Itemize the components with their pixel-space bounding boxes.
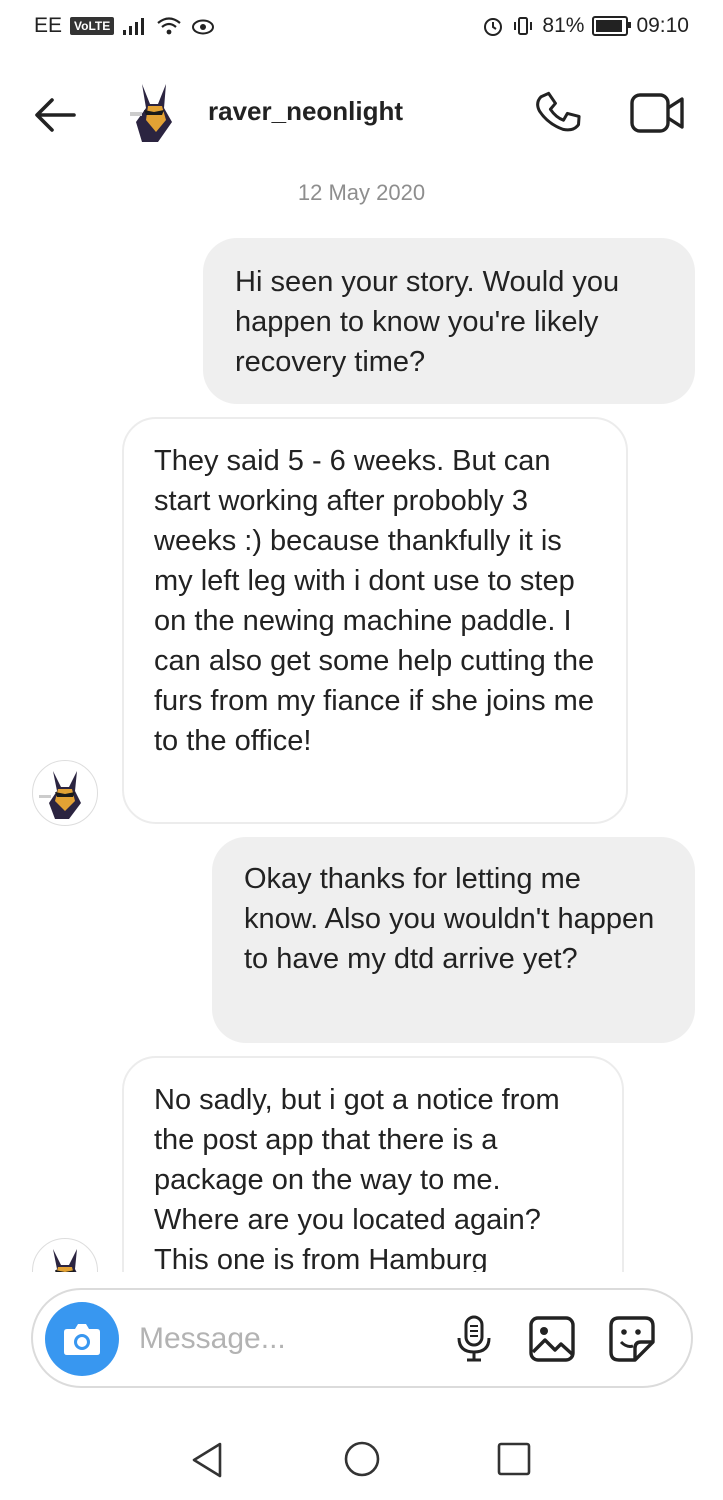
nav-home-icon[interactable] — [342, 1439, 382, 1479]
message-received[interactable]: No sadly, but i got a notice from the po… — [122, 1056, 624, 1272]
message-sent[interactable]: Okay thanks for letting me know. Also yo… — [212, 837, 695, 1043]
message-sent[interactable]: Hi seen your story. Would you happen to … — [203, 238, 695, 404]
nav-back-icon[interactable] — [188, 1440, 228, 1480]
avatar-image — [39, 771, 81, 819]
message-received[interactable]: They said 5 - 6 weeks. But can start wor… — [122, 417, 628, 824]
chat-header: raver_neonlight — [0, 60, 723, 170]
date-separator: 12 May 2020 — [297, 180, 426, 205]
status-right: 81% 09:10 — [482, 14, 689, 38]
avatar-image — [53, 1249, 77, 1272]
status-time: 09:10 — [636, 14, 689, 37]
phone-icon[interactable] — [530, 84, 586, 140]
battery-icon — [592, 16, 632, 36]
battery-level — [596, 20, 623, 32]
carrier-label: EE — [34, 14, 63, 37]
system-nav-bar — [0, 1410, 723, 1500]
battery-percent: 81% — [542, 14, 585, 37]
vibrate-icon — [514, 17, 533, 35]
sender-avatar[interactable] — [32, 760, 98, 826]
sticker-icon[interactable] — [607, 1314, 657, 1364]
message-thread[interactable]: Hi seen your story. Would you happen to … — [0, 220, 723, 1272]
eye-icon — [192, 19, 215, 35]
signal-icon — [123, 18, 145, 35]
nav-recents-icon[interactable] — [496, 1441, 532, 1477]
microphone-icon[interactable] — [449, 1314, 499, 1364]
chat-username[interactable]: raver_neonlight — [208, 96, 403, 127]
camera-icon — [64, 1324, 100, 1355]
camera-button[interactable] — [45, 1302, 119, 1376]
volte-badge: VoLTE — [70, 17, 115, 35]
status-bar: EE VoLTE 81% 09:10 — [0, 0, 723, 56]
message-input[interactable] — [137, 1316, 431, 1362]
header-avatar[interactable] — [128, 82, 180, 144]
video-camera-icon[interactable] — [628, 88, 688, 138]
arrow-left-icon[interactable] — [30, 90, 80, 140]
sender-avatar[interactable] — [32, 1238, 98, 1272]
status-left: EE VoLTE — [34, 14, 216, 38]
message-composer — [31, 1288, 693, 1388]
alarm-icon — [484, 18, 503, 36]
wifi-icon — [157, 17, 181, 35]
gallery-icon[interactable] — [527, 1314, 577, 1364]
